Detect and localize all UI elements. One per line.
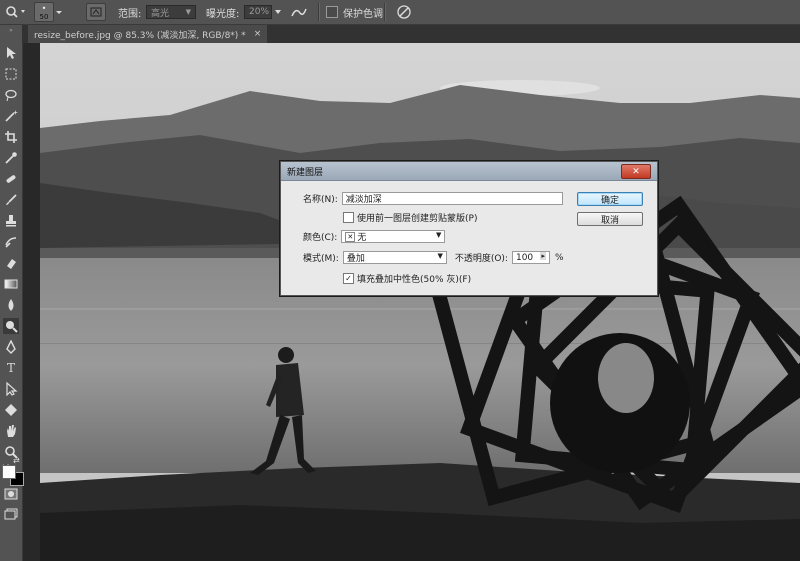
airbrush-icon[interactable] [290,0,308,24]
mode-label: 模式(M): [303,254,339,264]
pen-icon[interactable] [3,339,19,355]
collapse-arrows-icon[interactable]: » [0,27,22,34]
eyedropper-icon[interactable] [3,150,19,166]
ok-button-label: 确定 [600,195,619,206]
tools-panel: » T ⇄ [0,25,24,561]
color-select[interactable]: ✕ 无 ▼ [341,230,446,243]
opacity-slider-arrow-icon[interactable]: ▸ [540,252,546,260]
marquee-icon[interactable] [3,66,19,82]
crop-icon[interactable] [3,129,19,145]
range-select[interactable]: 高光 ▼ [146,5,196,19]
close-icon: ✕ [632,166,640,177]
brush-size-picker[interactable]: • 50 [34,0,64,24]
cancel-button[interactable]: 取消 [577,212,643,226]
blend-mode-value: 叠加 [346,254,365,264]
type-icon[interactable]: T [3,360,19,376]
clip-mask-checkbox[interactable] [343,212,354,223]
lasso-icon[interactable] [3,87,19,103]
range-value: 高光 [151,8,170,19]
default-colors-icon[interactable] [2,457,12,473]
fill-neutral-checkbox[interactable]: ✓ [343,273,354,284]
cancel-button-label: 取消 [600,215,619,226]
move-icon[interactable] [3,45,19,61]
magic-wand-icon[interactable] [3,108,19,124]
dialog-title: 新建图层 [287,167,324,178]
color-label: 颜色(C): [303,233,338,243]
name-label: 名称(N): [303,195,338,205]
brush-icon[interactable] [3,192,19,208]
exposure-label: 曝光度: [206,8,240,20]
eraser-icon[interactable] [3,255,19,271]
blur-icon[interactable] [3,297,19,313]
new-layer-dialog: 新建图层 ✕ 名称(N): 减淡加深 使用前一图层创建剪贴蒙版(P) 颜色(C)… [280,161,658,296]
document-tab[interactable]: resize_before.jpg @ 85.3% (减淡加深, RGB/8*)… [28,25,268,43]
hand-icon[interactable] [3,423,19,439]
color-swatch-none-icon: ✕ [345,231,356,242]
opacity-label: 不透明度(O): [454,254,508,264]
brush-panel-toggle-icon[interactable] [86,0,106,24]
layer-name-value: 减淡加深 [345,195,382,205]
shape-icon[interactable] [3,402,19,418]
chevron-down-icon: ▼ [437,252,443,260]
canvas-image[interactable] [40,43,800,561]
path-selection-icon[interactable] [3,381,19,397]
swap-colors-icon[interactable]: ⇄ [13,456,21,465]
dialog-close-button[interactable]: ✕ [621,164,651,179]
dodge-tool-preset-icon[interactable] [4,0,26,24]
document-tab-title: resize_before.jpg @ 85.3% (减淡加深, RGB/8*)… [34,30,246,41]
history-brush-icon[interactable] [3,234,19,250]
brush-size-value: 50 [39,12,49,21]
opacity-value: 100 [515,252,534,263]
chevron-down-icon: ▼ [435,231,442,239]
landscape-photo [40,43,800,561]
ok-button[interactable]: 确定 [577,192,643,206]
dialog-titlebar[interactable]: 新建图层 ✕ [281,162,657,181]
opacity-field[interactable]: 100 ▸ [511,251,550,264]
blend-mode-select[interactable]: 叠加 ▼ [342,251,447,264]
options-bar: • 50 范围: 高光 ▼ 曝光度: 20% 保护色调 [0,0,800,25]
screen-mode-icon[interactable] [3,506,19,522]
opacity-unit: % [554,252,564,263]
quick-mask-icon[interactable] [3,486,19,502]
exposure-input[interactable]: 20% [244,5,272,19]
dodge-icon[interactable] [3,318,19,334]
range-label: 范围: [118,8,142,20]
protect-tones-checkbox[interactable] [326,6,338,18]
clone-stamp-icon[interactable] [3,213,19,229]
gradient-icon[interactable] [3,276,19,292]
document-tab-bar: resize_before.jpg @ 85.3% (减淡加深, RGB/8*)… [22,25,800,43]
pressure-size-icon[interactable] [396,0,412,24]
color-value: 无 [357,233,367,243]
protect-tones-label: 保护色调 [343,8,383,20]
clip-mask-label: 使用前一图层创建剪贴蒙版(P) [357,214,478,224]
close-tab-icon[interactable]: × [254,29,262,39]
foreground-color-swatch[interactable] [2,465,16,479]
healing-brush-icon[interactable] [3,171,19,187]
fill-neutral-label: 填充叠加中性色(50% 灰)(F) [357,275,472,285]
layer-name-field[interactable]: 减淡加深 [341,192,563,205]
exposure-value: 20% [249,7,270,17]
